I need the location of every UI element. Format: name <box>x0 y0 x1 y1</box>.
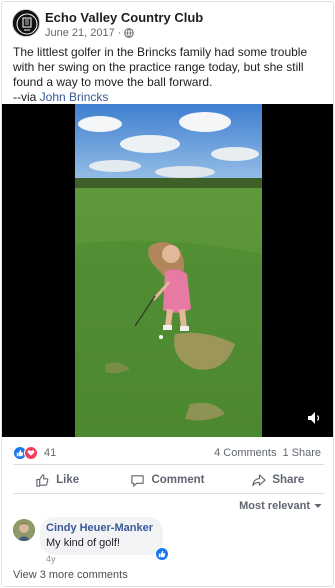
comment-sort-dropdown[interactable]: Most relevant <box>239 500 322 512</box>
video-player[interactable] <box>2 104 333 437</box>
love-reaction-icon <box>24 446 38 460</box>
like-icon <box>36 473 49 487</box>
page-avatar-icon[interactable] <box>12 9 40 37</box>
reaction-count: 41 <box>44 447 57 459</box>
comment-like-icon[interactable] <box>154 547 169 561</box>
share-button[interactable]: Share <box>223 469 333 491</box>
volume-icon[interactable] <box>307 411 323 425</box>
post-date[interactable]: June 21, 2017 <box>45 27 115 39</box>
action-bar: Like Comment Share <box>2 469 333 491</box>
comment-text: My kind of golf! <box>46 537 120 549</box>
via-prefix: --via <box>13 90 40 104</box>
post-meta: June 21, 2017 · <box>45 27 135 39</box>
post-header: Echo Valley Country Club June 21, 2017 · <box>2 2 333 42</box>
comment-label: Comment <box>151 474 205 486</box>
chevron-down-icon <box>314 504 322 508</box>
sort-label: Most relevant <box>239 500 310 512</box>
share-label: Share <box>272 474 305 486</box>
page-name-link[interactable]: Echo Valley Country Club <box>45 10 203 25</box>
post-card: Echo Valley Country Club June 21, 2017 ·… <box>1 1 334 587</box>
globe-icon <box>124 28 135 38</box>
engagement-counts: 4 Comments 1 Share <box>214 447 321 459</box>
shares-count[interactable]: 1 Share <box>282 447 321 459</box>
divider <box>13 464 324 465</box>
via-author-link[interactable]: John Brincks <box>40 90 109 104</box>
avatar[interactable] <box>13 519 35 541</box>
reactions-summary[interactable]: 41 <box>13 446 56 460</box>
like-button[interactable]: Like <box>2 469 112 491</box>
comment-icon <box>131 474 145 487</box>
meta-separator: · <box>117 27 122 39</box>
divider <box>13 493 324 494</box>
comment-author-link[interactable]: Cindy Heuer-Manker <box>46 522 153 534</box>
video-frame <box>75 104 262 437</box>
post-body: The littlest golfer in the Brincks famil… <box>13 45 308 89</box>
comment-bubble: Cindy Heuer-Manker My kind of golf! <box>40 517 169 561</box>
post-text: The littlest golfer in the Brincks famil… <box>13 45 327 105</box>
share-icon <box>252 473 266 486</box>
comment-item: Cindy Heuer-Manker My kind of golf! 4y <box>13 517 323 565</box>
comment-timestamp[interactable]: 4y <box>46 554 56 564</box>
post-stats: 41 4 Comments 1 Share <box>2 443 333 463</box>
comment-button[interactable]: Comment <box>112 469 222 491</box>
view-more-comments-link[interactable]: View 3 more comments <box>13 569 128 581</box>
comments-count[interactable]: 4 Comments <box>214 447 276 459</box>
like-label: Like <box>56 474 80 486</box>
